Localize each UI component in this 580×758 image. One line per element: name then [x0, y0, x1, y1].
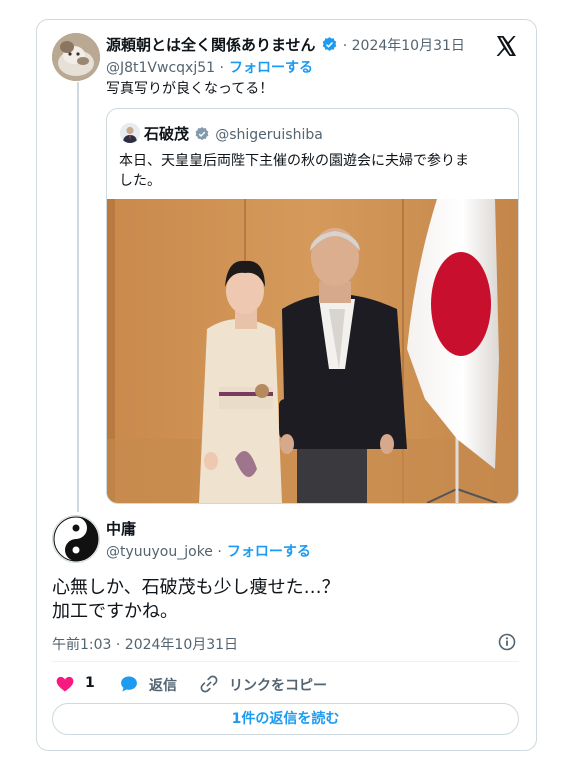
verified-badge-icon	[194, 126, 210, 146]
verified-badge-icon	[321, 36, 338, 57]
post-timestamp[interactable]: 午前1:03 · 2024年10月31日	[52, 634, 238, 654]
heart-icon[interactable]	[55, 674, 75, 694]
quoted-header: 石破茂 @shigeruishiba	[144, 123, 323, 146]
post-text-line: 加工ですかね。	[52, 601, 178, 622]
display-name[interactable]: 源頼朝とは全く関係ありません	[106, 36, 316, 54]
main-post-text: 心無しか、石破茂も少し痩せた…？ 加工ですかね。	[52, 576, 512, 624]
quoted-avatar	[120, 123, 140, 143]
cat-photo-avatar-icon	[52, 33, 100, 81]
photo-image	[107, 199, 518, 503]
quoted-text-line: 本日、天皇皇后両陛下主催の秋の園遊会に夫婦で参りま	[119, 153, 469, 169]
divider	[52, 661, 519, 662]
quoted-text-line: した。	[119, 173, 161, 189]
display-name[interactable]: 中庸	[106, 520, 136, 538]
avatar[interactable]	[52, 33, 100, 81]
post-date[interactable]: · 2024年10月31日	[343, 38, 465, 54]
post-text-line: 心無しか、石破茂も少し痩せた…？	[52, 577, 340, 598]
main-header: 中庸	[106, 518, 136, 539]
reply-to-text: 写真写りが良くなってる！	[106, 81, 274, 97]
follow-button[interactable]: フォローする	[229, 60, 313, 76]
x-logo-icon[interactable]	[494, 34, 518, 58]
thread-connector-line	[77, 82, 79, 512]
like-count[interactable]: 1	[85, 675, 95, 691]
handle[interactable]: @tyuuyou_joke ·	[106, 544, 222, 560]
reply-to-header: 源頼朝とは全く関係ありません · 2024年10月31日	[106, 34, 465, 57]
avatar[interactable]	[52, 515, 100, 563]
person-avatar-icon	[120, 123, 140, 143]
link-icon[interactable]	[199, 674, 219, 694]
reply-bubble-icon[interactable]	[119, 674, 139, 694]
yin-yang-icon	[53, 516, 99, 562]
reply-to-subheader: @J8t1Vwcqxj51 · フォローする	[106, 57, 313, 77]
follow-button[interactable]: フォローする	[227, 544, 311, 560]
quoted-photo[interactable]	[107, 199, 518, 503]
handle[interactable]: @J8t1Vwcqxj51 ·	[106, 60, 224, 76]
quoted-text: 本日、天皇皇后両陛下主催の秋の園遊会に夫婦で参りま した。	[119, 151, 511, 191]
reply-label[interactable]: 返信	[149, 675, 177, 695]
quoted-post[interactable]: 石破茂 @shigeruishiba 本日、天皇皇后両陛下主催の秋の園遊会に夫婦…	[106, 108, 519, 504]
read-replies-button[interactable]: 1件の返信を読む	[52, 703, 519, 735]
main-subheader: @tyuuyou_joke · フォローする	[106, 541, 311, 561]
quoted-display-name: 石破茂	[144, 125, 190, 143]
info-icon[interactable]	[498, 633, 516, 651]
copy-link-label[interactable]: リンクをコピー	[229, 675, 327, 695]
quoted-handle: @shigeruishiba	[215, 127, 323, 143]
